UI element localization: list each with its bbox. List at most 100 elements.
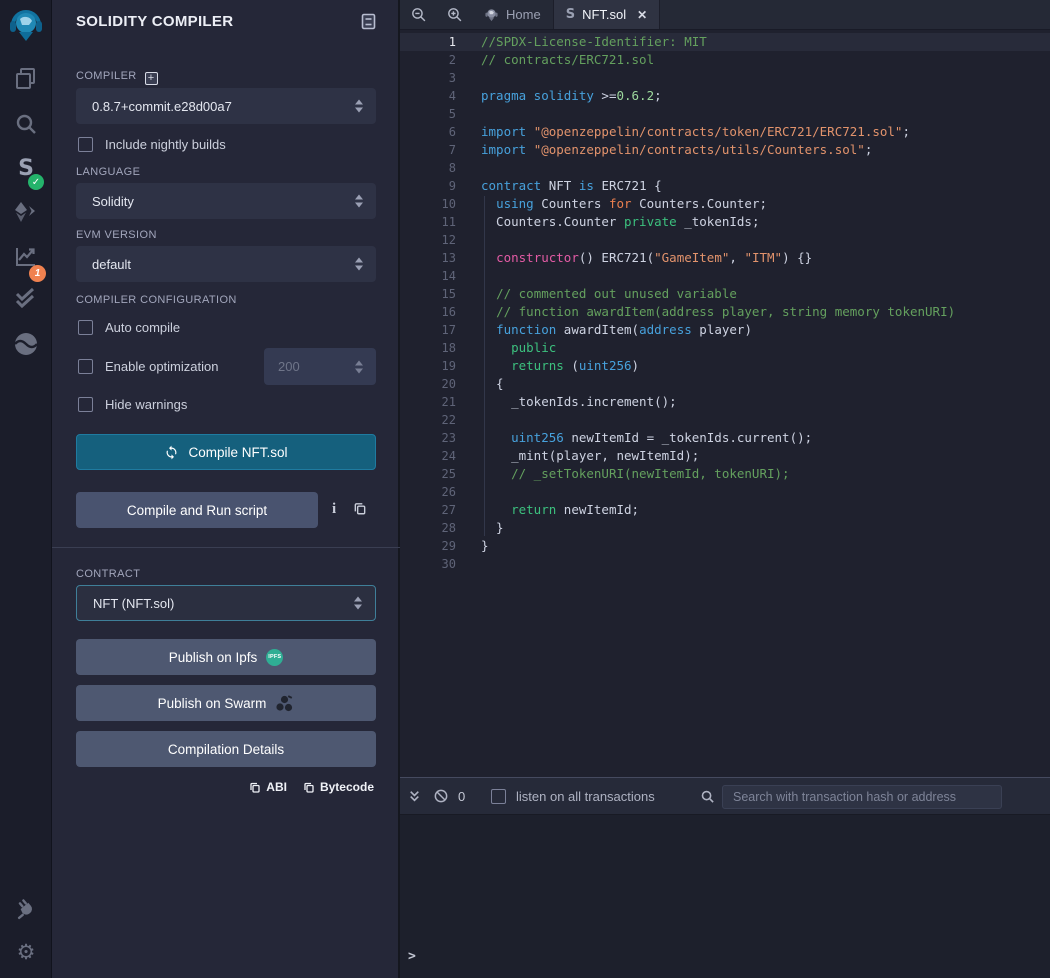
unit-testing-icon[interactable]	[0, 278, 52, 318]
nightly-builds-checkbox[interactable]	[78, 137, 93, 152]
compile-button[interactable]: Compile NFT.sol	[76, 434, 376, 470]
zoom-in-icon[interactable]	[436, 0, 472, 29]
code-text: uint256 newItemId = _tokenIds.current();	[456, 429, 812, 447]
code-text: //SPDX-License-Identifier: MIT	[456, 33, 707, 51]
code-line[interactable]: 8	[400, 159, 1050, 177]
optimization-runs-input[interactable]: 200	[264, 348, 376, 385]
close-tab-icon[interactable]: ✕	[637, 8, 647, 22]
code-line[interactable]: 29}	[400, 537, 1050, 555]
swarm-icon	[275, 695, 294, 712]
line-number: 21	[400, 393, 456, 411]
code-line[interactable]: 17 function awardItem(address player)	[400, 321, 1050, 339]
code-line[interactable]: 10 using Counters for Counters.Counter;	[400, 195, 1050, 213]
analysis-icon[interactable]: 1	[0, 236, 52, 276]
code-line[interactable]: 7import "@openzeppelin/contracts/utils/C…	[400, 141, 1050, 159]
code-line[interactable]: 4pragma solidity >=0.6.2;	[400, 87, 1050, 105]
code-text: }	[456, 537, 489, 555]
code-line[interactable]: 14	[400, 267, 1050, 285]
code-line[interactable]: 18 public	[400, 339, 1050, 357]
code-line[interactable]: 23 uint256 newItemId = _tokenIds.current…	[400, 429, 1050, 447]
hide-warnings-checkbox[interactable]	[78, 397, 93, 412]
search-icon[interactable]	[0, 104, 52, 144]
code-line[interactable]: 21 _tokenIds.increment();	[400, 393, 1050, 411]
line-number: 1	[400, 33, 456, 51]
add-compiler-icon[interactable]: +	[145, 72, 158, 85]
abi-label: ABI	[266, 780, 287, 794]
code-line[interactable]: 28 }	[400, 519, 1050, 537]
code-text: // commented out unused variable	[456, 285, 737, 303]
line-number: 7	[400, 141, 456, 159]
auto-compile-checkbox[interactable]	[78, 320, 93, 335]
contract-value: NFT (NFT.sol)	[93, 596, 174, 611]
code-editor[interactable]: 1//SPDX-License-Identifier: MIT2// contr…	[400, 30, 1050, 777]
line-number: 29	[400, 537, 456, 555]
terminal-search-icon[interactable]	[700, 789, 715, 804]
terminal-search-input[interactable]	[722, 785, 1002, 809]
code-text: // function awardItem(address player, st…	[456, 303, 955, 321]
code-line[interactable]: 25 // _setTokenURI(newItemId, tokenURI);	[400, 465, 1050, 483]
clear-console-icon[interactable]	[433, 788, 449, 804]
deploy-run-icon[interactable]	[0, 192, 52, 232]
gear-glyph: ⚙	[17, 940, 36, 964]
code-line[interactable]: 3	[400, 69, 1050, 87]
line-number: 30	[400, 555, 456, 573]
code-line[interactable]: 20 {	[400, 375, 1050, 393]
evm-version-label: EVM VERSION	[76, 229, 157, 241]
info-icon[interactable]: i	[332, 501, 336, 518]
plugin-manager-icon[interactable]	[0, 888, 52, 928]
language-value: Solidity	[92, 194, 134, 209]
code-line[interactable]: 30	[400, 555, 1050, 573]
code-line[interactable]: 15 // commented out unused variable	[400, 285, 1050, 303]
publish-ipfs-button[interactable]: Publish on Ipfs IPFS	[76, 639, 376, 675]
code-line[interactable]: 9contract NFT is ERC721 {	[400, 177, 1050, 195]
line-number: 17	[400, 321, 456, 339]
code-line[interactable]: 1//SPDX-License-Identifier: MIT	[400, 33, 1050, 51]
file-explorer-icon[interactable]	[0, 58, 52, 98]
optimization-checkbox[interactable]	[78, 359, 93, 374]
code-line[interactable]: 11 Counters.Counter private _tokenIds;	[400, 213, 1050, 231]
settings-gear-icon[interactable]: ⚙	[0, 932, 52, 972]
code-line[interactable]: 24 _mint(player, newItemId);	[400, 447, 1050, 465]
publish-swarm-label: Publish on Swarm	[158, 696, 267, 711]
solidity-file-icon: S	[566, 7, 575, 22]
terminal-output[interactable]: >	[400, 815, 1050, 978]
code-line[interactable]: 16 // function awardItem(address player,…	[400, 303, 1050, 321]
code-line[interactable]: 19 returns (uint256)	[400, 357, 1050, 375]
expand-terminal-icon[interactable]	[408, 789, 421, 803]
evm-version-select[interactable]: default	[76, 246, 376, 282]
line-number: 10	[400, 195, 456, 213]
code-line[interactable]: 26	[400, 483, 1050, 501]
listen-transactions-label: listen on all transactions	[516, 789, 655, 804]
compilation-details-button[interactable]: Compilation Details	[76, 731, 376, 767]
compiler-version-select[interactable]: 0.8.7+commit.e28d00a7	[76, 88, 376, 124]
code-text: // _setTokenURI(newItemId, tokenURI);	[456, 465, 790, 483]
solidity-compiler-icon[interactable]: S ✓	[0, 148, 52, 188]
listen-transactions-checkbox[interactable]	[491, 789, 506, 804]
tab-home[interactable]: Home	[472, 0, 554, 29]
zoom-out-icon[interactable]	[400, 0, 436, 29]
copy-bytecode-button[interactable]: Bytecode	[303, 780, 374, 794]
select-arrows-icon	[354, 597, 362, 610]
language-select[interactable]: Solidity	[76, 183, 376, 219]
code-line[interactable]: 2// contracts/ERC721.sol	[400, 51, 1050, 69]
line-number: 22	[400, 411, 456, 429]
language-label: LANGUAGE	[76, 166, 140, 178]
code-line[interactable]: 22	[400, 411, 1050, 429]
remix-logo-icon[interactable]	[0, 5, 52, 47]
compile-and-run-button[interactable]: Compile and Run script	[76, 492, 318, 528]
tab-nft-sol[interactable]: S NFT.sol ✕	[554, 0, 661, 29]
code-line[interactable]: 6import "@openzeppelin/contracts/token/E…	[400, 123, 1050, 141]
tab-file-label: NFT.sol	[582, 7, 626, 22]
code-line[interactable]: 12	[400, 231, 1050, 249]
code-line[interactable]: 27 return newItemId;	[400, 501, 1050, 519]
terminal-prompt: >	[408, 949, 416, 964]
sourcify-icon[interactable]	[0, 324, 52, 364]
code-line[interactable]: 13 constructor() ERC721("GameItem", "ITM…	[400, 249, 1050, 267]
copy-icon[interactable]	[353, 501, 367, 521]
documentation-icon[interactable]	[361, 13, 376, 35]
copy-abi-button[interactable]: ABI	[249, 780, 287, 794]
code-line[interactable]: 5	[400, 105, 1050, 123]
contract-select[interactable]: NFT (NFT.sol)	[76, 585, 376, 621]
publish-swarm-button[interactable]: Publish on Swarm	[76, 685, 376, 721]
line-number: 6	[400, 123, 456, 141]
